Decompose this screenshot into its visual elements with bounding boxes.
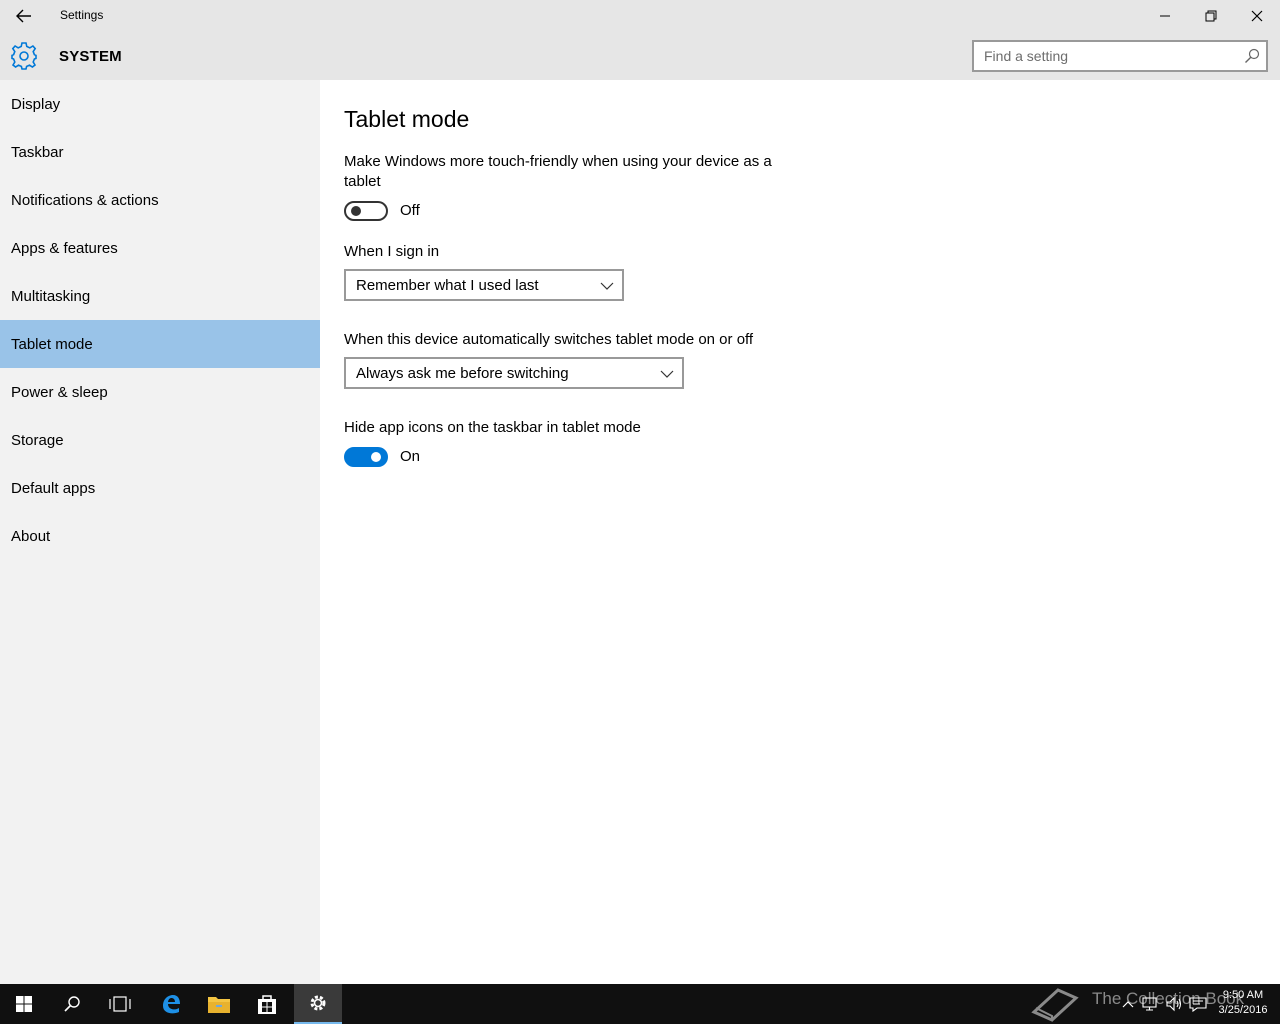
sidebar-item-label: Tablet mode bbox=[11, 335, 93, 353]
action-center-button[interactable] bbox=[1188, 994, 1208, 1014]
sidebar-nav: Display Taskbar Notifications & actions … bbox=[0, 80, 320, 984]
minimize-icon bbox=[1160, 15, 1170, 17]
clock-time: 9:50 AM bbox=[1222, 989, 1264, 1001]
hide-icons-label: Hide app icons on the taskbar in tablet … bbox=[344, 419, 641, 436]
touch-friendly-description: Make Windows more touch-friendly when us… bbox=[344, 153, 772, 190]
settings-header: SYSTEM bbox=[0, 32, 1280, 80]
title-bar: Settings bbox=[0, 0, 1280, 32]
minimize-button[interactable] bbox=[1142, 0, 1188, 32]
sidebar-item-about[interactable]: About bbox=[0, 512, 320, 560]
taskbar-search-button[interactable] bbox=[48, 984, 96, 1024]
sidebar-item-label: Power & sleep bbox=[11, 383, 108, 401]
store-button[interactable] bbox=[243, 984, 291, 1024]
touch-friendly-state: Off bbox=[400, 202, 420, 219]
windows-logo-icon bbox=[16, 996, 32, 1012]
page-title: Tablet mode bbox=[344, 106, 470, 132]
back-button[interactable] bbox=[8, 2, 40, 30]
gear-icon bbox=[310, 995, 326, 1011]
task-view-icon bbox=[109, 996, 131, 1012]
edge-browser-button[interactable] bbox=[147, 984, 195, 1024]
file-explorer-button[interactable] bbox=[195, 984, 243, 1024]
toggle-knob bbox=[351, 206, 361, 216]
sidebar-item-power-sleep[interactable]: Power & sleep bbox=[0, 368, 320, 416]
content-pane: Tablet mode Make Windows more touch-frie… bbox=[320, 80, 1280, 984]
store-bag-icon bbox=[258, 995, 276, 1014]
sidebar-item-label: Taskbar bbox=[11, 143, 64, 161]
close-button[interactable] bbox=[1234, 0, 1280, 32]
start-button[interactable] bbox=[0, 984, 48, 1024]
gear-icon bbox=[11, 42, 37, 70]
sign-in-dropdown[interactable]: Remember what I used last bbox=[344, 269, 624, 301]
auto-switch-label: When this device automatically switches … bbox=[344, 331, 754, 348]
sidebar-item-label: Apps & features bbox=[11, 239, 118, 257]
section-title: SYSTEM bbox=[59, 48, 122, 65]
sign-in-selected-value: Remember what I used last bbox=[356, 276, 539, 294]
search-icon bbox=[64, 996, 80, 1012]
clock-date: 3/25/2016 bbox=[1218, 1004, 1268, 1016]
sidebar-item-multitasking[interactable]: Multitasking bbox=[0, 272, 320, 320]
volume-button[interactable] bbox=[1164, 994, 1184, 1014]
sidebar-item-default-apps[interactable]: Default apps bbox=[0, 464, 320, 512]
task-view-button[interactable] bbox=[96, 984, 144, 1024]
auto-switch-dropdown[interactable]: Always ask me before switching bbox=[344, 357, 684, 389]
sidebar-item-label: Default apps bbox=[11, 479, 96, 497]
hide-icons-toggle[interactable] bbox=[344, 447, 388, 467]
network-button[interactable] bbox=[1140, 994, 1160, 1014]
sidebar-item-tablet-mode[interactable]: Tablet mode bbox=[0, 320, 320, 368]
show-hidden-icons-button[interactable] bbox=[1118, 994, 1138, 1014]
sidebar-item-label: About bbox=[11, 527, 51, 545]
sidebar-item-taskbar[interactable]: Taskbar bbox=[0, 128, 320, 176]
hide-icons-state: On bbox=[400, 448, 421, 465]
clock[interactable]: 9:50 AM 3/25/2016 bbox=[1214, 988, 1272, 1018]
sidebar-item-label: Storage bbox=[11, 431, 64, 449]
auto-switch-selected-value: Always ask me before switching bbox=[356, 364, 569, 382]
speaker-icon bbox=[1166, 996, 1182, 1012]
chevron-down-icon bbox=[600, 282, 614, 290]
toggle-knob bbox=[371, 452, 381, 462]
search-icon[interactable] bbox=[1244, 48, 1260, 64]
sidebar-item-apps-features[interactable]: Apps & features bbox=[0, 224, 320, 272]
restore-icon bbox=[1205, 10, 1217, 22]
touch-friendly-toggle[interactable] bbox=[344, 201, 388, 221]
taskbar: The Collection Book 9:50 AM 3/25/2016 bbox=[0, 984, 1280, 1024]
search-input[interactable] bbox=[974, 42, 1224, 70]
sidebar-item-notifications[interactable]: Notifications & actions bbox=[0, 176, 320, 224]
window-title: Settings bbox=[60, 8, 104, 22]
sidebar-item-label: Multitasking bbox=[11, 287, 91, 305]
back-arrow-icon bbox=[16, 9, 31, 23]
message-icon bbox=[1189, 997, 1207, 1012]
search-box[interactable] bbox=[972, 40, 1268, 72]
chevron-down-icon bbox=[660, 370, 674, 378]
sidebar-item-label: Display bbox=[11, 95, 61, 113]
book-watermark-icon bbox=[1031, 988, 1079, 1022]
sidebar-item-label: Notifications & actions bbox=[11, 191, 159, 209]
network-icon bbox=[1142, 997, 1157, 1011]
sidebar-item-storage[interactable]: Storage bbox=[0, 416, 320, 464]
folder-icon bbox=[208, 997, 230, 1013]
close-icon bbox=[1251, 10, 1263, 22]
chevron-up-icon bbox=[1122, 1001, 1134, 1008]
restore-button[interactable] bbox=[1188, 0, 1234, 32]
sidebar-item-display[interactable]: Display bbox=[0, 80, 320, 128]
sign-in-label: When I sign in bbox=[344, 243, 440, 260]
edge-icon bbox=[163, 995, 180, 1014]
settings-taskbar-button[interactable] bbox=[294, 984, 342, 1024]
